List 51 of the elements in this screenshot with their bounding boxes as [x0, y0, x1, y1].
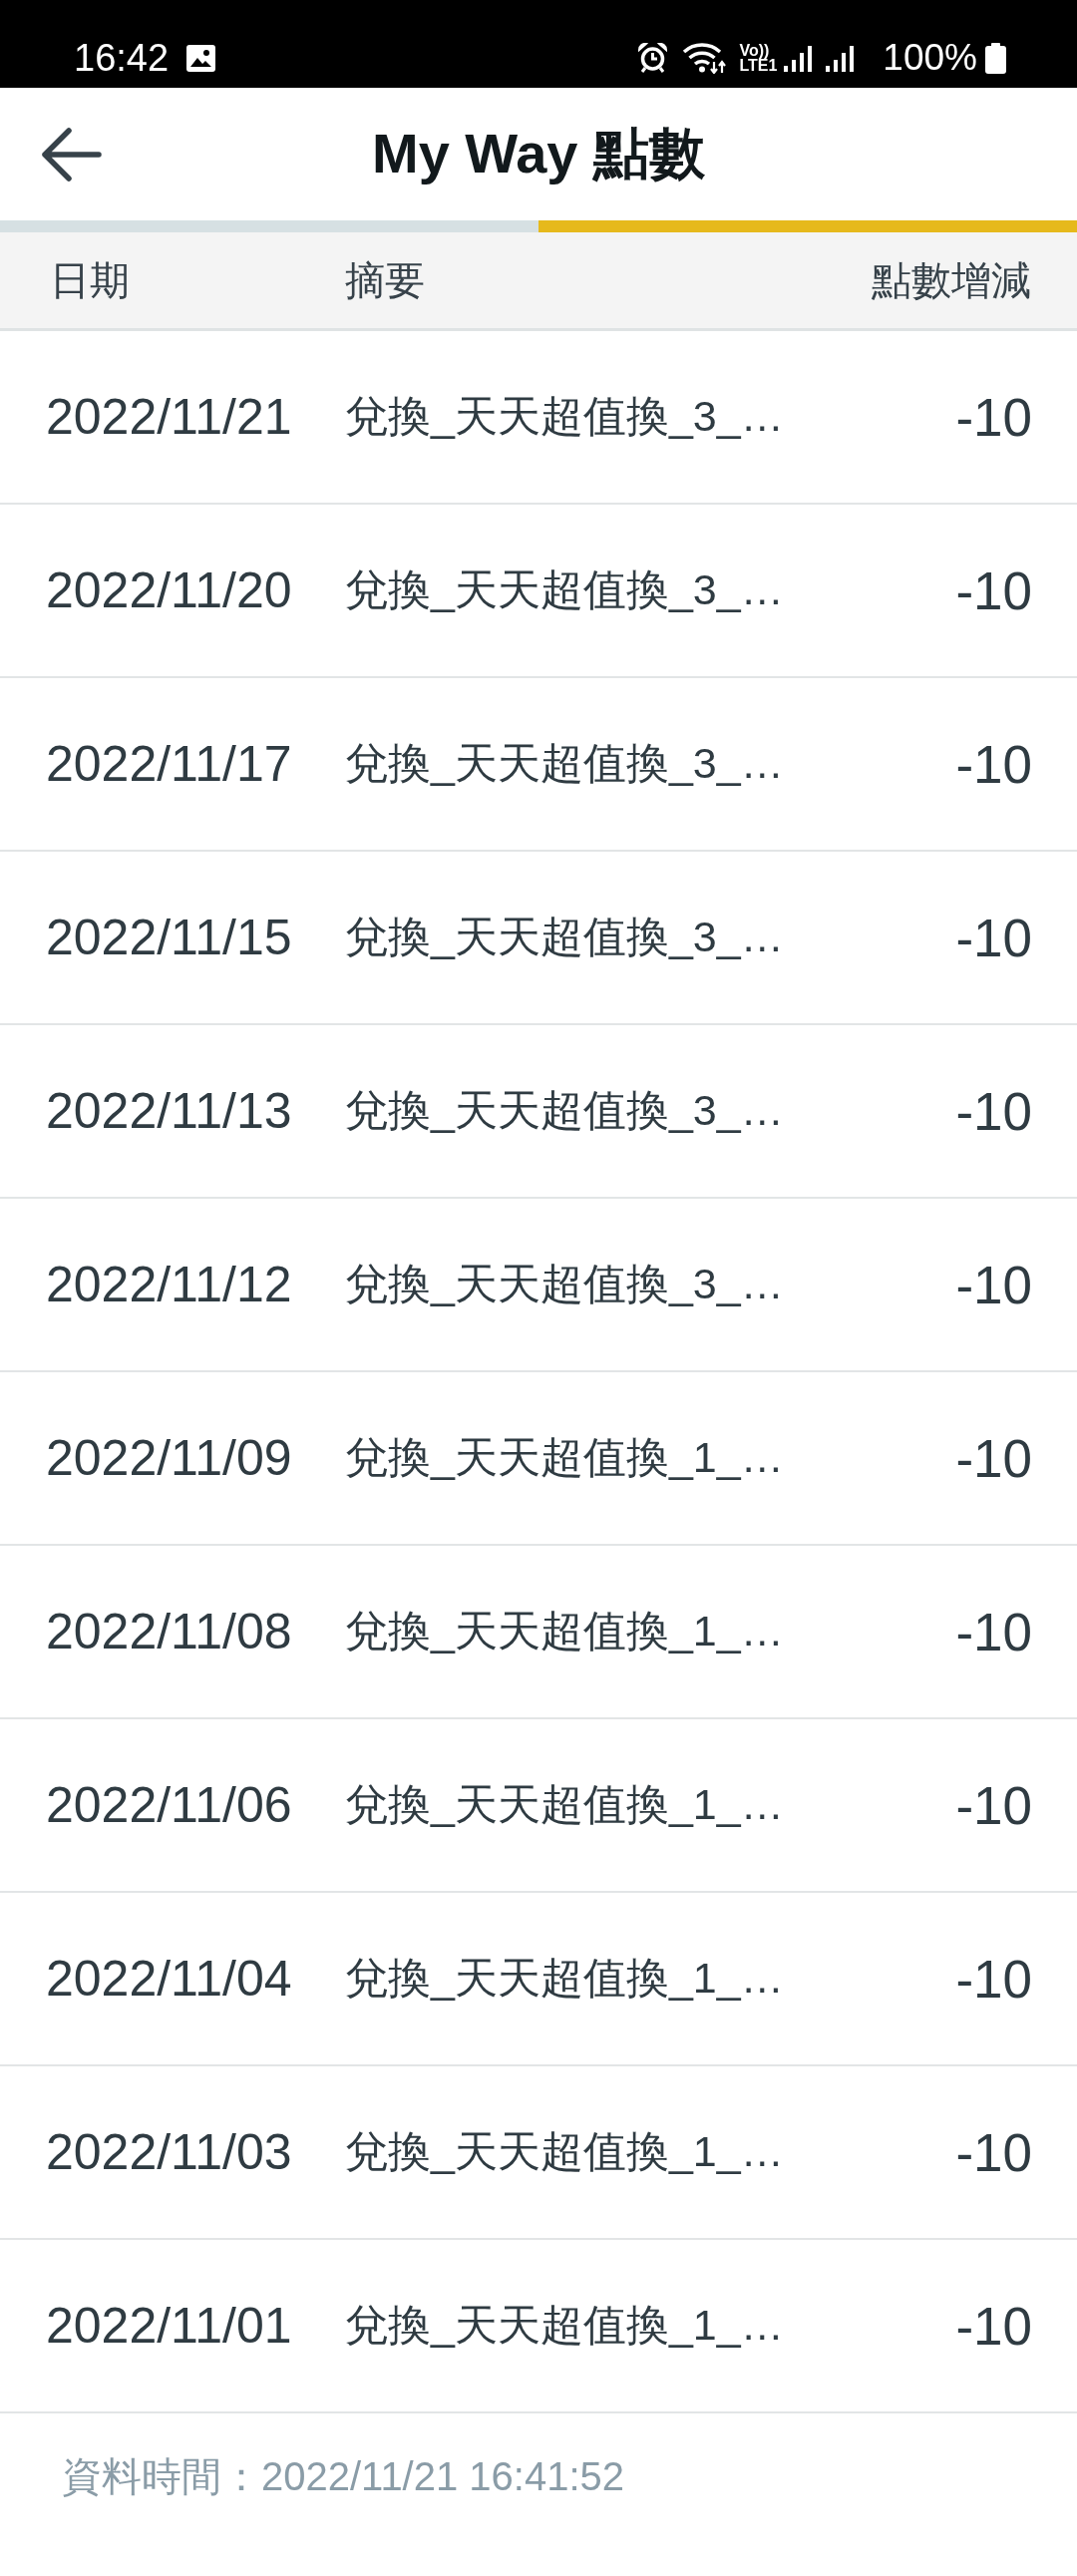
date-cell-text: 2022/11/09 — [46, 1429, 293, 1487]
image-icon — [186, 44, 216, 72]
data-timestamp: 資料時間：2022/11/21 16:41:52 — [62, 2454, 625, 2498]
wifi-icon — [682, 42, 728, 74]
date-cell-text: 2022/11/21 — [46, 388, 293, 446]
points-cell: -10 — [955, 386, 1032, 448]
date-cell-text: 2022/11/06 — [46, 1776, 293, 1834]
points-cell: -10 — [955, 1601, 1032, 1662]
signal-icon — [784, 44, 814, 72]
status-time: 16:42 — [74, 36, 170, 80]
points-cell: -10 — [955, 2295, 1032, 2357]
points-cell: -10 — [955, 1254, 1032, 1315]
battery-percentage: 100% — [883, 37, 977, 79]
points-cell: -10 — [955, 559, 1032, 621]
summary-cell-text: 兌換_天天超值換_1_… — [345, 1953, 785, 2004]
date-cell-text: 2022/11/13 — [46, 1082, 293, 1140]
summary-cell-text: 兌換_天天超值換_3_… — [345, 912, 785, 962]
back-arrow-icon — [40, 127, 102, 182]
column-header: 點數增減 — [872, 256, 1031, 304]
date-cell-text: 2022/11/04 — [46, 1950, 293, 2008]
summary-cell-text: 兌換_天天超值換_3_… — [345, 564, 785, 615]
points-cell: -10 — [955, 733, 1032, 795]
date-cell-text: 2022/11/08 — [46, 1603, 293, 1660]
points-cell: -10 — [955, 1427, 1032, 1489]
summary-cell-text: 兌換_天天超值換_3_… — [345, 391, 785, 442]
summary-cell-text: 兌換_天天超值換_3_… — [345, 1085, 785, 1136]
battery-icon — [985, 42, 1006, 74]
page-title: My Way 點數 — [372, 120, 705, 186]
summary-cell-text: 兌換_天天超值換_1_… — [345, 1606, 785, 1656]
date-cell-text: 2022/11/15 — [46, 909, 293, 966]
summary-cell-text: 兌換_天天超值換_1_… — [345, 2300, 785, 2351]
summary-cell-text: 兌換_天天超值換_1_… — [345, 1779, 785, 1830]
volte-indicator: Vo)) LTE1 — [739, 43, 778, 73]
points-cell: -10 — [955, 1948, 1032, 2010]
points-cell: -10 — [955, 907, 1032, 968]
column-header: 摘要 — [345, 256, 426, 304]
date-cell-text: 2022/11/03 — [46, 2123, 293, 2181]
points-cell: -10 — [955, 2121, 1032, 2183]
date-cell-text: 2022/11/12 — [46, 1256, 293, 1313]
date-cell-text: 2022/11/17 — [46, 735, 293, 793]
column-header: 日期 — [50, 256, 131, 304]
summary-cell-text: 兌換_天天超值換_1_… — [345, 2126, 785, 2177]
summary-cell-text: 兌換_天天超值換_1_… — [345, 1432, 785, 1483]
points-cell: -10 — [955, 1080, 1032, 1142]
points-cell: -10 — [955, 1774, 1032, 1836]
alarm-clock-icon — [637, 43, 669, 73]
summary-cell-text: 兌換_天天超值換_3_… — [345, 738, 785, 789]
signal-icon — [826, 44, 856, 72]
date-cell-text: 2022/11/20 — [46, 561, 293, 619]
summary-cell-text: 兌換_天天超值換_3_… — [345, 1259, 785, 1309]
date-cell-text: 2022/11/01 — [46, 2297, 293, 2355]
